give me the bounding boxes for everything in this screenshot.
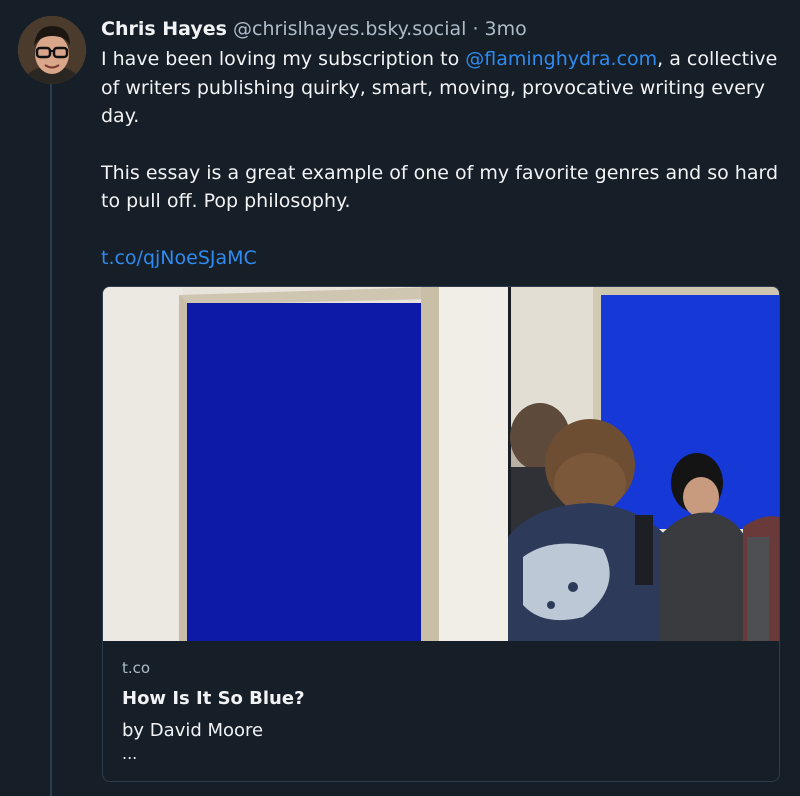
post-age[interactable]: 3mo	[485, 18, 527, 40]
card-domain: t.co	[122, 659, 151, 677]
author-handle[interactable]: @chrislhayes.bsky.social	[233, 18, 466, 40]
card-meta: t.co How Is It So Blue? by David Moore .…	[122, 657, 763, 763]
author-name[interactable]: Chris Hayes	[101, 18, 227, 40]
post-paragraph-1: I have been loving my subscription to @f…	[101, 45, 791, 131]
header-separator: ·	[472, 18, 479, 40]
avatar[interactable]	[18, 16, 86, 84]
post-content: Chris Hayes @chrislhayes.bsky.social · 3…	[101, 14, 791, 272]
card-thumbnail	[103, 287, 779, 641]
post-paragraph-2: This essay is a great example of one of …	[101, 161, 779, 213]
card-description-more: ...	[122, 744, 138, 763]
avatar-photo	[18, 16, 86, 84]
post-text: I have been loving my subscription to @f…	[101, 45, 791, 216]
thread-line	[50, 84, 52, 796]
card-description: by David Moore	[122, 720, 264, 741]
post-link-line: t.co/qjNoeSJaMC	[101, 244, 791, 273]
post-header: Chris Hayes @chrislhayes.bsky.social · 3…	[101, 14, 791, 44]
mention-link[interactable]: @flaminghydra.com	[465, 48, 657, 70]
card-title[interactable]: How Is It So Blue?	[122, 685, 763, 713]
post-link[interactable]: t.co/qjNoeSJaMC	[101, 247, 257, 269]
post-text-before-mention: I have been loving my subscription to	[101, 48, 466, 70]
link-card[interactable]: t.co How Is It So Blue? by David Moore .…	[102, 286, 780, 782]
